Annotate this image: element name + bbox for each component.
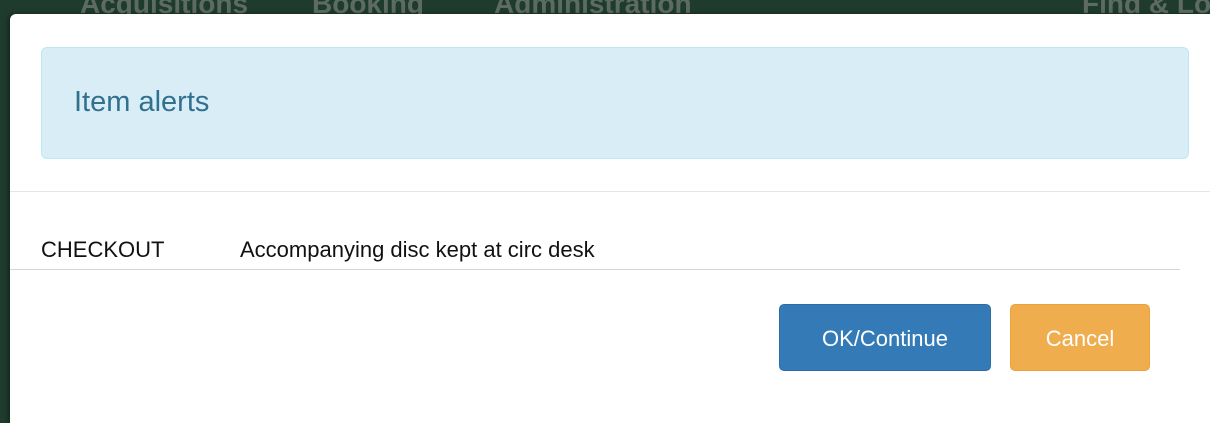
cancel-button[interactable]: Cancel (1010, 304, 1150, 371)
dialog-header-panel: Item alerts (41, 47, 1189, 159)
alert-message: Accompanying disc kept at circ desk (240, 237, 595, 262)
dialog-title: Item alerts (74, 86, 210, 118)
ok-continue-button[interactable]: OK/Continue (779, 304, 991, 371)
header-divider (10, 191, 1210, 192)
background-left-strip (0, 0, 10, 423)
item-alerts-dialog: Item alerts CHECKOUT Accompanying disc k… (10, 14, 1210, 423)
page: Acquisitions Booking Administration Find… (0, 0, 1210, 423)
alert-type: CHECKOUT (41, 237, 165, 262)
body-divider (10, 269, 1180, 270)
